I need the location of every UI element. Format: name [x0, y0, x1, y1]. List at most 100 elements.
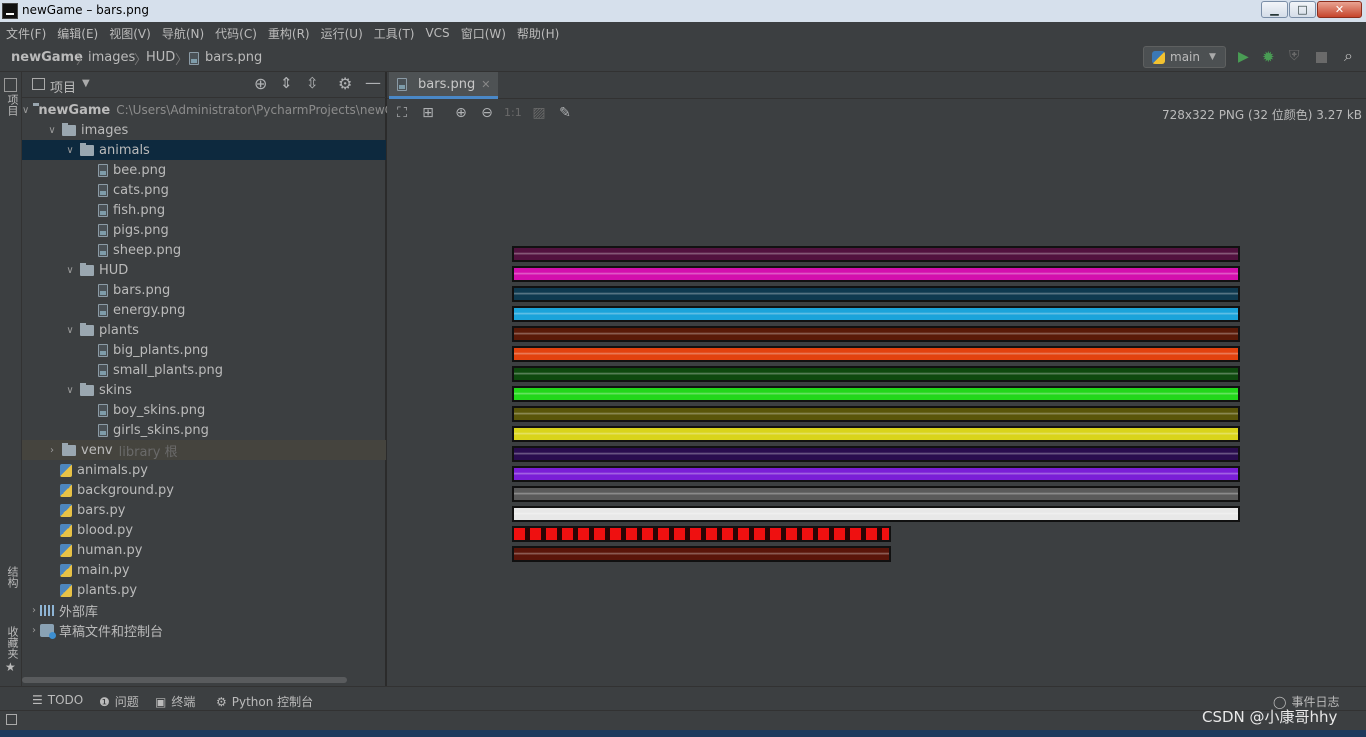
- color-picker-icon[interactable]: ✎: [557, 105, 573, 121]
- tree-item[interactable]: animals.py: [22, 460, 386, 480]
- horizontal-scrollbar[interactable]: [22, 677, 347, 683]
- tree-item[interactable]: fish.png: [22, 200, 386, 220]
- chevron-down-icon[interactable]: ▼: [82, 78, 90, 89]
- close-button[interactable]: ✕: [1317, 1, 1362, 18]
- menu-refactor[interactable]: 重构(R): [268, 25, 310, 42]
- menu-edit[interactable]: 编辑(E): [57, 25, 98, 42]
- tree-item[interactable]: blood.py: [22, 520, 386, 540]
- tree-item[interactable]: › 外部库: [22, 600, 386, 620]
- tree-item[interactable]: cats.png: [22, 180, 386, 200]
- run-icon[interactable]: ▶: [1238, 49, 1249, 65]
- favorites-tool-tab[interactable]: 收藏夹: [4, 626, 20, 659]
- actual-size-button[interactable]: 1:1: [504, 105, 522, 121]
- tree-item[interactable]: ∨ HUD: [22, 260, 386, 280]
- star-icon[interactable]: ★: [5, 660, 16, 674]
- tree-item-label: cats.png: [113, 182, 169, 198]
- tree-item[interactable]: sheep.png: [22, 240, 386, 260]
- zoom-in-icon[interactable]: ⊕: [453, 105, 469, 121]
- chevron-down-icon[interactable]: ∨: [64, 265, 76, 276]
- menu-vcs[interactable]: VCS: [425, 26, 449, 40]
- menu-window[interactable]: 窗口(W): [461, 25, 506, 42]
- search-everywhere-icon[interactable]: ⌕: [1344, 46, 1353, 66]
- run-configuration-select[interactable]: main ▼: [1143, 46, 1226, 68]
- maximize-button[interactable]: □: [1289, 1, 1316, 18]
- folder-icon: [80, 142, 94, 156]
- tree-item[interactable]: ∨ plants: [22, 320, 386, 340]
- image-file-icon: [98, 363, 108, 377]
- breadcrumb-images[interactable]: images: [88, 50, 135, 65]
- python-file-icon: [60, 503, 72, 517]
- stop-icon[interactable]: [1316, 52, 1327, 63]
- chevron-down-icon[interactable]: ∨: [64, 145, 76, 156]
- menu-navigate[interactable]: 导航(N): [162, 25, 204, 42]
- project-panel-title[interactable]: 项目: [50, 77, 76, 96]
- breadcrumb-project[interactable]: newGame: [11, 50, 83, 65]
- close-tab-icon[interactable]: ✕: [481, 78, 490, 91]
- coverage-icon[interactable]: ⛨: [1289, 48, 1300, 64]
- menu-code[interactable]: 代码(C): [215, 25, 257, 42]
- project-tool-tab[interactable]: 项目: [4, 94, 20, 116]
- tree-item[interactable]: background.py: [22, 480, 386, 500]
- hide-panel-icon[interactable]: —: [365, 73, 381, 92]
- pycharm-app-icon: [2, 3, 18, 19]
- collapse-all-icon[interactable]: ⇳: [306, 74, 319, 92]
- chevron-down-icon[interactable]: ∨: [22, 105, 29, 116]
- menu-run[interactable]: 运行(U): [321, 25, 363, 42]
- grid-icon[interactable]: ⊞: [420, 105, 436, 121]
- breadcrumb-file[interactable]: bars.png: [205, 50, 262, 65]
- project-tool-icon[interactable]: [4, 78, 17, 92]
- tree-item[interactable]: girls_skins.png: [22, 420, 386, 440]
- tree-item[interactable]: energy.png: [22, 300, 386, 320]
- tree-item[interactable]: boy_skins.png: [22, 400, 386, 420]
- fit-zoom-icon[interactable]: ⛶: [394, 105, 410, 121]
- minimize-button[interactable]: ▁: [1261, 1, 1288, 18]
- expand-all-icon[interactable]: ⇕: [280, 74, 293, 92]
- tree-item[interactable]: › 草稿文件和控制台: [22, 620, 386, 640]
- image-canvas: [387, 126, 1366, 686]
- image-file-icon: [98, 163, 108, 177]
- tree-item[interactable]: big_plants.png: [22, 340, 386, 360]
- tree-item[interactable]: ∨ animals: [22, 140, 386, 160]
- menu-help[interactable]: 帮助(H): [517, 25, 559, 42]
- tree-item[interactable]: bars.py: [22, 500, 386, 520]
- gear-icon[interactable]: ⚙: [338, 74, 352, 93]
- tree-item[interactable]: bars.png: [22, 280, 386, 300]
- tree-item[interactable]: plants.py: [22, 580, 386, 600]
- image-file-icon: [98, 203, 108, 217]
- chevron-right-icon[interactable]: ›: [46, 445, 58, 456]
- run-config-label: main: [1170, 50, 1200, 64]
- chevron-down-icon[interactable]: ∨: [46, 125, 58, 136]
- layout-icon[interactable]: [6, 714, 17, 725]
- tree-item[interactable]: main.py: [22, 560, 386, 580]
- todo-tool[interactable]: ☰ TODO: [32, 693, 83, 707]
- zoom-out-icon[interactable]: ⊖: [479, 105, 495, 121]
- menu-file[interactable]: 文件(F): [6, 25, 46, 42]
- tree-item[interactable]: small_plants.png: [22, 360, 386, 380]
- chevron-right-icon[interactable]: ›: [28, 625, 40, 636]
- tree-item[interactable]: ∨ images: [22, 120, 386, 140]
- python-console-tool[interactable]: ⚙ Python 控制台: [216, 693, 313, 710]
- menu-tools[interactable]: 工具(T): [374, 25, 415, 42]
- tree-item[interactable]: pigs.png: [22, 220, 386, 240]
- problems-tool[interactable]: ❶ 问题: [99, 693, 139, 710]
- project-path: C:\Users\Administrator\PycharmProjects\n…: [116, 103, 421, 117]
- breadcrumb-separator: 〉: [175, 53, 189, 68]
- tree-item-label: human.py: [77, 542, 143, 558]
- bar-9: [512, 406, 1240, 422]
- tab-bars-png[interactable]: bars.png ✕: [389, 72, 499, 99]
- tree-item[interactable]: › venv library 根: [22, 440, 386, 460]
- chevron-right-icon[interactable]: ›: [28, 605, 40, 616]
- terminal-tool[interactable]: ▣ 终端: [155, 693, 195, 710]
- breadcrumb-hud[interactable]: HUD: [146, 50, 175, 65]
- tree-item[interactable]: ∨ skins: [22, 380, 386, 400]
- structure-tool-tab[interactable]: 结构: [4, 566, 20, 588]
- tree-item[interactable]: human.py: [22, 540, 386, 560]
- tree-item[interactable]: ∨ newGame C:\Users\Administrator\PycharmPr…: [22, 100, 420, 120]
- menu-view[interactable]: 视图(V): [109, 25, 151, 42]
- chevron-down-icon[interactable]: ∨: [64, 325, 76, 336]
- tree-item[interactable]: bee.png: [22, 160, 386, 180]
- debug-icon[interactable]: ✹: [1262, 48, 1275, 66]
- background-icon[interactable]: ▨: [531, 105, 547, 121]
- locate-file-icon[interactable]: ⊕: [254, 74, 267, 93]
- chevron-down-icon[interactable]: ∨: [64, 385, 76, 396]
